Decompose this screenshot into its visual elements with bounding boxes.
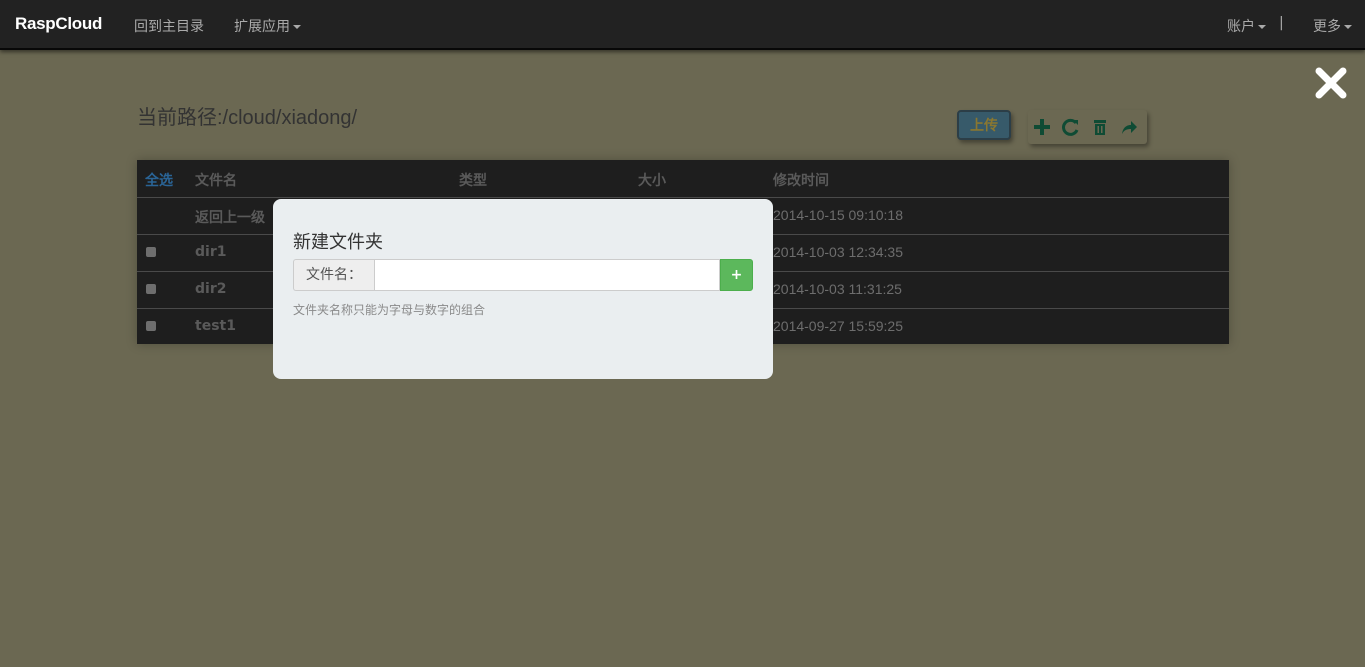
row-checkbox[interactable] — [146, 247, 156, 257]
current-path: 当前路径:/cloud/xiadong/ — [137, 107, 358, 129]
nav-more-dropdown[interactable]: 更多 — [1313, 16, 1352, 36]
caret-down-icon — [1258, 25, 1266, 29]
file-name[interactable]: 返回上一级 — [195, 207, 265, 227]
folder-name-input[interactable] — [374, 259, 720, 291]
header-size: 大小 — [638, 173, 666, 189]
folder-name-help: 文件夹名称只能为字母与数字的组合 — [293, 303, 486, 317]
close-icon-graphic — [1315, 67, 1347, 99]
nav-apps-label: 扩展应用 — [234, 19, 290, 35]
trash-icon[interactable] — [1090, 117, 1110, 137]
nav-apps-dropdown[interactable]: 扩展应用 — [234, 16, 301, 36]
folder-name-input-group: 文件名： + — [293, 259, 753, 291]
file-mtime: 2014-09-27 15:59:25 — [773, 318, 903, 334]
nav-home-link[interactable]: 回到主目录 — [134, 16, 204, 36]
nav-more-label: 更多 — [1313, 19, 1341, 35]
caret-down-icon — [293, 25, 301, 29]
share-icon[interactable] — [1119, 117, 1139, 137]
file-toolbar — [1028, 110, 1147, 144]
new-folder-modal: 新建文件夹 文件名： + 文件夹名称只能为字母与数字的组合 — [273, 199, 773, 379]
header-type: 类型 — [459, 173, 487, 189]
file-mtime: 2014-10-15 09:10:18 — [773, 207, 903, 223]
plus-icon[interactable] — [1032, 117, 1052, 137]
file-name[interactable]: dir2 — [195, 281, 226, 297]
create-folder-button[interactable]: + — [720, 259, 753, 291]
row-checkbox[interactable] — [146, 284, 156, 294]
header-name: 文件名 — [195, 173, 237, 189]
row-checkbox[interactable] — [146, 321, 156, 331]
file-mtime: 2014-10-03 12:34:35 — [773, 244, 903, 260]
header-mtime: 修改时间 — [773, 173, 829, 189]
nav-separator: | — [1279, 15, 1284, 31]
folder-name-label: 文件名： — [293, 259, 374, 291]
nav-account-label: 账户 — [1227, 19, 1255, 35]
modal-title: 新建文件夹 — [293, 232, 383, 253]
caret-down-icon — [1344, 25, 1352, 29]
brand-logo[interactable]: RaspCloud — [15, 14, 102, 34]
nav-account-dropdown[interactable]: 账户 — [1227, 16, 1266, 36]
table-header: 全选 文件名 类型 大小 修改时间 — [137, 160, 1229, 198]
file-mtime: 2014-10-03 11:31:25 — [773, 281, 902, 297]
close-icon[interactable] — [1312, 66, 1350, 104]
upload-button[interactable]: 上传 — [957, 110, 1011, 140]
refresh-icon[interactable] — [1061, 117, 1081, 137]
top-navbar: RaspCloud 回到主目录 扩展应用 账户 | 更多 — [0, 0, 1365, 50]
file-name[interactable]: dir1 — [195, 244, 226, 260]
select-all-link[interactable]: 全选 — [145, 170, 173, 190]
file-name[interactable]: test1 — [195, 318, 236, 334]
